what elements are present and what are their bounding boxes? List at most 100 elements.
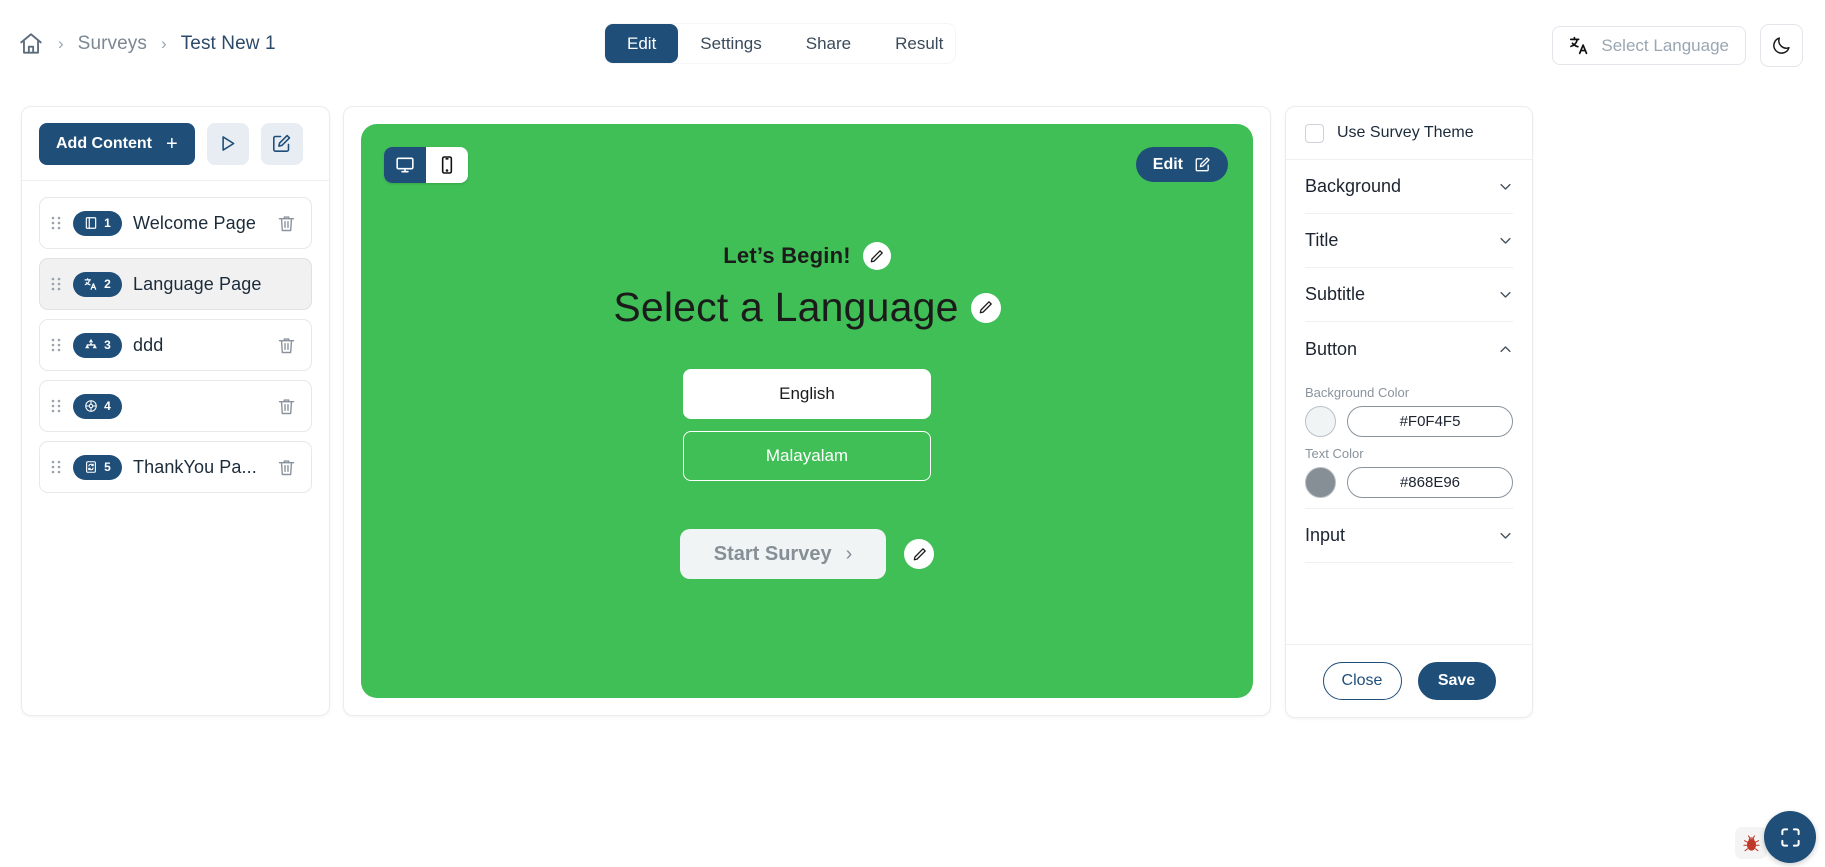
chevron-down-icon: [1498, 233, 1513, 248]
sitemap-icon: [84, 338, 98, 352]
section-subtitle[interactable]: Subtitle: [1305, 268, 1513, 322]
tab-share[interactable]: Share: [784, 24, 873, 63]
page-label-5: ThankYou Pa...: [133, 456, 257, 477]
desktop-view-button[interactable]: [384, 147, 426, 183]
edit-title-button[interactable]: [970, 292, 1001, 323]
style-settings-panel: Use Survey Theme Background Title Subtit…: [1285, 106, 1533, 718]
background-color-input[interactable]: #F0F4F5: [1347, 406, 1513, 437]
fullscreen-icon: [1779, 826, 1802, 849]
page-list-item-1[interactable]: 1 Welcome Page: [39, 197, 312, 249]
home-icon[interactable]: [18, 31, 44, 57]
use-survey-theme-row[interactable]: Use Survey Theme: [1286, 107, 1532, 160]
tab-edit[interactable]: Edit: [605, 24, 679, 63]
start-survey-label: Start Survey: [713, 542, 832, 565]
drag-handle-icon[interactable]: [50, 398, 62, 414]
page-number-3: 3: [104, 338, 111, 352]
page-list-item-4[interactable]: 4: [39, 380, 312, 432]
background-color-swatch[interactable]: [1305, 406, 1336, 437]
section-background-title: Background: [1305, 176, 1402, 196]
tab-result[interactable]: Result: [873, 24, 965, 63]
breadcrumb-separator-2: ›: [161, 34, 167, 53]
preview-button[interactable]: [206, 122, 249, 165]
use-survey-theme-checkbox[interactable]: [1305, 123, 1324, 143]
select-language-label: Select Language: [1601, 35, 1729, 55]
delete-page-button-5[interactable]: [276, 457, 297, 478]
desktop-icon: [395, 155, 415, 175]
start-survey-button[interactable]: Start Survey ›: [680, 529, 886, 579]
edit-start-button[interactable]: [904, 539, 934, 569]
page-badge-5: 5: [73, 454, 122, 480]
sidebar-toolbar: Add Content +: [22, 107, 329, 181]
stage-edit-button[interactable]: Edit: [1135, 147, 1228, 182]
page-label-1: Welcome Page: [133, 212, 256, 233]
title-row: Select a Language: [613, 284, 1001, 331]
delete-page-button-3[interactable]: [276, 335, 297, 356]
translate-icon: [1569, 35, 1590, 56]
moon-icon: [1771, 35, 1792, 56]
save-button[interactable]: Save: [1417, 662, 1496, 700]
start-survey-row: Start Survey ›: [680, 529, 934, 579]
drag-handle-icon[interactable]: [50, 276, 62, 292]
pencil-square-icon: [1194, 156, 1211, 173]
book-icon: [84, 216, 98, 230]
pencil-icon: [978, 300, 993, 315]
background-color-row: #F0F4F5: [1305, 406, 1513, 437]
chevron-up-icon: [1498, 342, 1513, 357]
page-label-2: Language Page: [133, 273, 262, 294]
stage-title: Select a Language: [613, 284, 959, 330]
drag-handle-icon[interactable]: [50, 337, 62, 353]
language-option-english[interactable]: English: [683, 369, 931, 419]
section-background[interactable]: Background: [1305, 160, 1513, 214]
breadcrumb-separator-1: ›: [58, 34, 64, 53]
close-button[interactable]: Close: [1322, 662, 1402, 700]
survey-stage: Edit Let’s Begin! Select a Language Engl…: [361, 124, 1253, 698]
pages-sidebar: Add Content + 1 Welcome Page 2 Language …: [21, 106, 330, 716]
text-color-input[interactable]: #868E96: [1347, 467, 1513, 498]
delete-page-button-1[interactable]: [276, 213, 297, 234]
edit-survey-button[interactable]: [260, 122, 303, 165]
section-button-title: Button: [1305, 338, 1358, 359]
section-button[interactable]: Button: [1305, 322, 1513, 376]
panel-footer: Close Save: [1286, 644, 1532, 717]
stage-content: Let’s Begin! Select a Language English M: [361, 242, 1253, 579]
text-color-row: #868E96: [1305, 467, 1513, 498]
page-badge-3: 3: [73, 332, 122, 358]
drag-handle-icon[interactable]: [50, 215, 62, 231]
use-survey-theme-label: Use Survey Theme: [1337, 124, 1474, 141]
delete-page-button-4[interactable]: [276, 396, 297, 417]
text-color-swatch[interactable]: [1305, 467, 1336, 498]
mobile-view-button[interactable]: [426, 147, 468, 183]
page-list-item-2[interactable]: 2 Language Page: [39, 258, 312, 310]
section-title[interactable]: Title: [1305, 214, 1513, 268]
page-badge-1: 1: [73, 210, 122, 236]
page-number-5: 5: [104, 460, 111, 474]
top-right-actions: Select Language: [1552, 24, 1803, 67]
translate-icon: [84, 277, 98, 291]
drag-handle-icon[interactable]: [50, 459, 62, 475]
section-input-title: Input: [1305, 525, 1346, 545]
section-title-title: Title: [1305, 230, 1339, 250]
breadcrumb-item-current[interactable]: Test New 1: [181, 33, 276, 55]
page-number-2: 2: [104, 277, 111, 291]
language-option-malayalam[interactable]: Malayalam: [683, 431, 931, 481]
chevron-down-icon: [1498, 179, 1513, 194]
page-list-item-5[interactable]: 5 ThankYou Pa...: [39, 441, 312, 493]
edit-subtitle-button[interactable]: [862, 242, 891, 270]
page-number-4: 4: [104, 399, 111, 413]
fullscreen-button[interactable]: [1764, 811, 1816, 863]
tab-settings[interactable]: Settings: [678, 24, 783, 63]
pencil-icon: [869, 249, 884, 264]
page-list-item-3[interactable]: 3 ddd: [39, 319, 312, 371]
chevron-down-icon: [1498, 528, 1513, 543]
section-input[interactable]: Input: [1305, 509, 1513, 563]
language-options: English Malayalam: [683, 369, 931, 481]
select-language-button[interactable]: Select Language: [1552, 26, 1746, 65]
dark-mode-toggle[interactable]: [1760, 24, 1803, 67]
bug-report-button[interactable]: [1735, 827, 1767, 859]
add-content-button[interactable]: Add Content +: [39, 122, 195, 165]
breadcrumb-item-surveys[interactable]: Surveys: [78, 33, 147, 55]
add-content-label: Add Content: [56, 134, 152, 152]
page-badge-4: 4: [73, 393, 122, 419]
button-style-fields: Background Color #F0F4F5 Text Color #868…: [1305, 385, 1513, 509]
canvas-panel: Edit Let’s Begin! Select a Language Engl…: [343, 106, 1271, 716]
